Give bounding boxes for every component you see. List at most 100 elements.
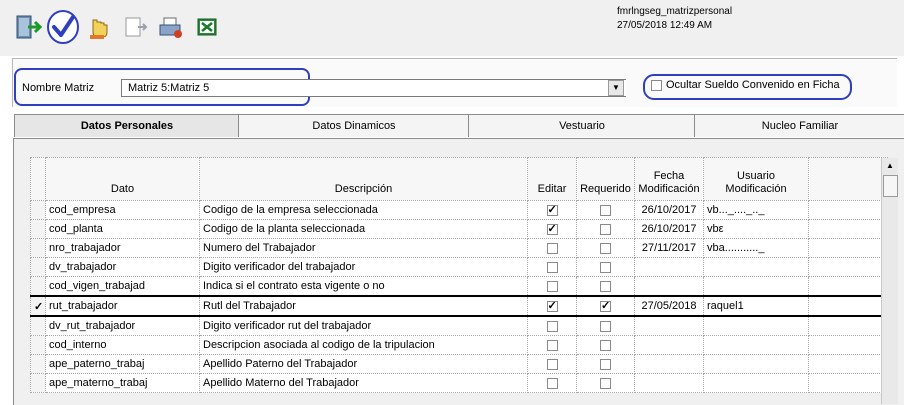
table-row[interactable]: ✓rut_trabajadorRutl del Trabajador 27/05/… xyxy=(30,295,888,317)
cell-usuario: vbε xyxy=(703,219,809,239)
requerido-checkbox[interactable] xyxy=(600,299,611,313)
vertical-scrollbar[interactable]: ▲ xyxy=(881,158,898,404)
col-dato[interactable]: Dato xyxy=(45,157,200,201)
col-requerido[interactable]: Requerido xyxy=(576,157,635,201)
row-indicator xyxy=(30,200,46,220)
accept-check-icon[interactable] xyxy=(46,8,80,46)
cell-requerido[interactable] xyxy=(576,219,635,239)
scroll-thumb[interactable] xyxy=(883,175,898,197)
col-usuario[interactable]: Usuario Modificación xyxy=(703,157,809,201)
requerido-checkbox[interactable] xyxy=(600,339,611,351)
col-editar[interactable]: Editar xyxy=(527,157,577,201)
editar-checkbox[interactable] xyxy=(546,203,558,217)
requerido-checkbox[interactable] xyxy=(600,242,611,254)
tab-nucleo-familiar[interactable]: Nucleo Familiar xyxy=(694,114,904,137)
cell-dato[interactable]: ape_paterno_trabaj xyxy=(45,354,200,374)
table-row[interactable]: ape_materno_trabaj Apellido Materno del T… xyxy=(30,373,888,393)
cell-dato[interactable]: cod_empresa xyxy=(45,200,200,220)
cell-editar[interactable] xyxy=(527,354,577,374)
cell-dato[interactable]: ape_materno_trabaj xyxy=(45,373,200,393)
cell-editar[interactable] xyxy=(527,295,577,317)
editar-checkbox[interactable] xyxy=(546,320,558,332)
requerido-checkbox[interactable] xyxy=(600,261,611,273)
cell-editar[interactable] xyxy=(527,219,577,239)
cell-dato[interactable]: cod_planta xyxy=(45,219,200,239)
cell-extra xyxy=(808,200,888,220)
cell-editar[interactable] xyxy=(527,335,577,355)
requerido-checkbox[interactable] xyxy=(600,358,611,370)
cell-dato[interactable]: dv_rut_trabajador xyxy=(45,315,200,336)
cell-requerido[interactable] xyxy=(576,295,635,317)
cell-dato[interactable]: cod_vigen_trabajad xyxy=(45,276,200,297)
cell-editar[interactable] xyxy=(527,315,577,336)
table-row[interactable]: nro_trabajador Numero del Trabajador 27/11… xyxy=(30,238,888,258)
cell-descripcion[interactable]: Codigo de la empresa seleccionada xyxy=(199,200,528,220)
cell-dato[interactable]: nro_trabajador xyxy=(45,238,200,258)
editar-checkbox[interactable] xyxy=(546,242,558,254)
cell-dato[interactable]: dv_trabajador xyxy=(45,257,200,277)
cell-descripcion[interactable]: Rutl del Trabajador xyxy=(199,295,528,317)
current-row-check-icon: ✓ xyxy=(30,295,46,317)
cell-fecha xyxy=(634,354,704,374)
cell-descripcion[interactable]: Digito verificador rut del trabajador xyxy=(199,315,528,336)
editar-checkbox[interactable] xyxy=(546,358,558,370)
cell-requerido[interactable] xyxy=(576,257,635,277)
cell-editar[interactable] xyxy=(527,257,577,277)
requerido-checkbox[interactable] xyxy=(600,204,611,216)
cell-descripcion[interactable]: Descripcion asociada al codigo de la tri… xyxy=(199,335,528,355)
row-indicator xyxy=(30,335,46,355)
table-row[interactable]: dv_rut_trabajador Digito verificador rut … xyxy=(30,315,888,336)
tab-datos-personales[interactable]: Datos Personales xyxy=(14,114,239,137)
col-descripcion[interactable]: Descripción xyxy=(199,157,528,201)
cell-requerido[interactable] xyxy=(576,238,635,258)
requerido-checkbox[interactable] xyxy=(600,320,611,332)
scroll-up-icon[interactable]: ▲ xyxy=(882,158,898,174)
editar-checkbox[interactable] xyxy=(546,377,558,389)
cell-requerido[interactable] xyxy=(576,200,635,220)
cell-descripcion[interactable]: Indica si el contrato esta vigente o no xyxy=(199,276,528,297)
table-row[interactable]: cod_empresa Codigo de la empresa seleccio… xyxy=(30,200,888,220)
chevron-down-icon[interactable]: ▼ xyxy=(608,80,624,96)
cell-requerido[interactable] xyxy=(576,373,635,393)
exit-door-icon[interactable] xyxy=(14,10,44,44)
requerido-checkbox[interactable] xyxy=(600,280,611,292)
cell-editar[interactable] xyxy=(527,373,577,393)
cell-descripcion[interactable]: Digito verificador del trabajador xyxy=(199,257,528,277)
matrix-select[interactable]: Matriz 5:Matriz 5 xyxy=(121,79,626,97)
table-row[interactable]: cod_interno Descripcion asociada al codig… xyxy=(30,335,888,355)
table-row[interactable]: cod_planta Codigo de la planta selecciona… xyxy=(30,219,888,239)
col-fecha[interactable]: Fecha Modificación xyxy=(634,157,704,201)
cell-descripcion[interactable]: Codigo de la planta seleccionada xyxy=(199,219,528,239)
table-row[interactable]: cod_vigen_trabajad Indica si el contrato … xyxy=(30,276,888,297)
hide-salary-checkbox[interactable] xyxy=(651,80,662,91)
requerido-checkbox[interactable] xyxy=(600,223,611,235)
table-row[interactable]: ape_paterno_trabaj Apellido Paterno del T… xyxy=(30,354,888,374)
cell-editar[interactable] xyxy=(527,238,577,258)
editar-checkbox[interactable] xyxy=(546,299,558,313)
cell-editar[interactable] xyxy=(527,276,577,297)
cell-requerido[interactable] xyxy=(576,315,635,336)
document-arrow-icon[interactable] xyxy=(120,10,150,44)
cell-fecha xyxy=(634,257,704,277)
tab-datos-dinamicos[interactable]: Datos Dinamicos xyxy=(238,114,469,137)
editar-checkbox[interactable] xyxy=(546,339,558,351)
cell-requerido[interactable] xyxy=(576,335,635,355)
cell-requerido[interactable] xyxy=(576,276,635,297)
requerido-checkbox[interactable] xyxy=(600,377,611,389)
editar-checkbox[interactable] xyxy=(546,280,558,292)
editar-checkbox[interactable] xyxy=(546,222,558,236)
hide-salary-label: Ocultar Sueldo Convenido en Ficha xyxy=(666,79,840,91)
cell-dato[interactable]: cod_interno xyxy=(45,335,200,355)
excel-export-icon[interactable] xyxy=(192,10,222,44)
cell-descripcion[interactable]: Apellido Materno del Trabajador xyxy=(199,373,528,393)
cell-editar[interactable] xyxy=(527,200,577,220)
cell-descripcion[interactable]: Numero del Trabajador xyxy=(199,238,528,258)
cell-requerido[interactable] xyxy=(576,354,635,374)
editar-checkbox[interactable] xyxy=(546,261,558,273)
cell-descripcion[interactable]: Apellido Paterno del Trabajador xyxy=(199,354,528,374)
print-icon[interactable] xyxy=(156,10,186,44)
hand-pointer-icon[interactable] xyxy=(84,10,114,44)
tab-vestuario[interactable]: Vestuario xyxy=(468,114,695,137)
table-row[interactable]: dv_trabajador Digito verificador del trab… xyxy=(30,257,888,277)
cell-dato[interactable]: rut_trabajador xyxy=(45,295,200,317)
